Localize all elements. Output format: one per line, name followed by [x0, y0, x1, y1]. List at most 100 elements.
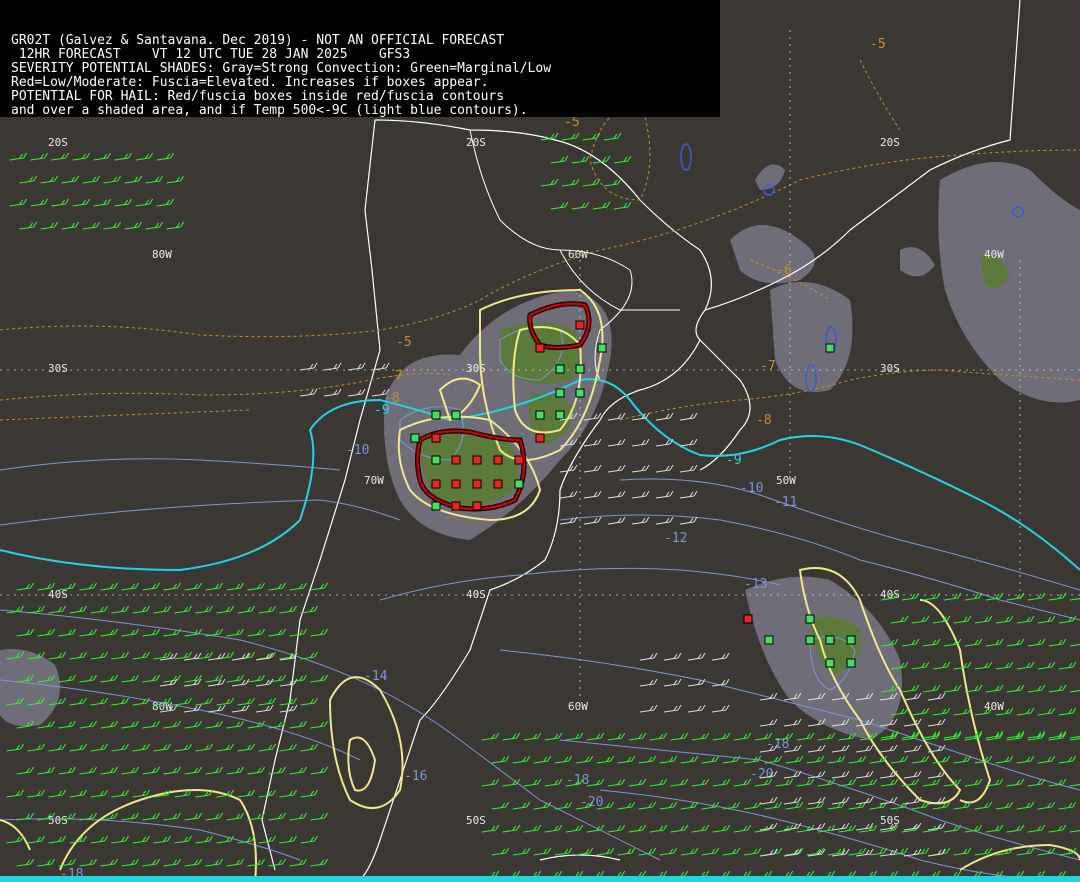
- wind-barb: [111, 743, 129, 752]
- wind-barb: [855, 796, 874, 805]
- contour-label: -9: [726, 453, 742, 468]
- wind-barb: [603, 178, 622, 187]
- wind-barb: [544, 824, 563, 833]
- header-line-hail: POTENTIAL FOR HAIL: Red/fuscia boxes ins…: [11, 89, 505, 104]
- wind-barb: [831, 770, 850, 779]
- wind-barb: [491, 755, 510, 764]
- wind-barb: [655, 516, 674, 525]
- grid-label-20s: 20S: [48, 136, 68, 149]
- wind-barb: [174, 743, 192, 752]
- grid-label-60w: 60W: [568, 700, 588, 713]
- header-line-severity: SEVERITY POTENTIAL SHADES: Gray=Strong C…: [11, 61, 552, 76]
- wind-barb: [607, 464, 626, 473]
- wind-barb: [607, 824, 626, 833]
- wind-barb: [289, 766, 307, 775]
- wind-barb: [502, 778, 521, 787]
- wind-barb: [310, 628, 328, 637]
- wind-barb: [603, 132, 622, 141]
- wind-barb: [596, 847, 615, 856]
- wind-barb: [583, 464, 602, 473]
- wind-barb: [72, 198, 91, 207]
- wind-barb: [848, 755, 867, 764]
- wind-barb: [79, 766, 97, 775]
- wind-barb: [974, 661, 993, 670]
- wind-barb: [121, 582, 139, 591]
- wind-barb: [985, 824, 1004, 833]
- wind-barb: [807, 770, 826, 779]
- wind-barb: [691, 824, 710, 833]
- wind-barb: [100, 628, 118, 637]
- wind-barb: [226, 628, 244, 637]
- wind-barb: [279, 835, 297, 844]
- wind-barb: [289, 582, 307, 591]
- wind-barb: [347, 362, 366, 371]
- wind-barb: [195, 605, 213, 614]
- wind-barb: [807, 822, 826, 831]
- contour-label: -11: [774, 495, 797, 510]
- wind-barb: [258, 743, 276, 752]
- wind-barb: [554, 755, 573, 764]
- wind-barb: [207, 704, 226, 713]
- wind-barb: [37, 766, 55, 775]
- wind-barb: [481, 732, 500, 741]
- wind-barb: [922, 592, 941, 601]
- wind-barb: [583, 490, 602, 499]
- wind-barb: [132, 605, 150, 614]
- wind-barb: [638, 755, 657, 764]
- wind-barb: [583, 438, 602, 447]
- wind-barb: [985, 684, 1004, 693]
- wind-barb: [69, 697, 87, 706]
- wind-barb: [903, 822, 922, 831]
- wind-barb: [953, 847, 972, 856]
- wind-barb: [943, 592, 962, 601]
- wind-barb: [1069, 689, 1080, 693]
- wind-barb: [903, 692, 922, 701]
- wind-barb: [226, 858, 244, 867]
- wind-barb: [174, 605, 192, 614]
- wind-barb: [103, 221, 122, 230]
- grid-label-30s: 30S: [466, 362, 486, 375]
- wind-barb: [121, 766, 139, 775]
- wind-barb: [639, 652, 658, 661]
- wind-barb: [90, 789, 108, 798]
- wind-barbs-green: [6, 132, 1080, 879]
- wind-barb: [783, 718, 802, 727]
- wind-barb: [195, 743, 213, 752]
- wind-barb: [807, 744, 826, 753]
- wind-barb: [37, 858, 55, 867]
- header-line-hail-2: and over a shaded area, and if Temp 500<…: [11, 103, 528, 118]
- wind-barb: [932, 661, 951, 670]
- wind-barb: [1048, 824, 1067, 833]
- wind-barb: [153, 743, 171, 752]
- wind-barb: [995, 661, 1014, 670]
- wind-barb: [121, 674, 139, 683]
- wind-barb: [279, 605, 297, 614]
- wind-barb: [985, 638, 1004, 647]
- wind-barb: [19, 221, 38, 230]
- wind-barb: [607, 490, 626, 499]
- wind-barb: [195, 697, 213, 706]
- wind-barb: [51, 198, 70, 207]
- wind-barb: [27, 835, 45, 844]
- wind-barb: [550, 201, 569, 210]
- grid-label-30s: 30S: [880, 362, 900, 375]
- grid-label-70w: 70W: [364, 474, 384, 487]
- wind-barb: [927, 718, 946, 727]
- wind-barb: [163, 766, 181, 775]
- wind-barb: [687, 704, 706, 713]
- wind-barb: [30, 152, 49, 161]
- wind-barb: [1069, 597, 1080, 601]
- wind-barb: [679, 516, 698, 525]
- wind-barb: [9, 198, 28, 207]
- wind-barb: [903, 718, 922, 727]
- wind-barb: [827, 755, 846, 764]
- wind-barb: [663, 678, 682, 687]
- wind-barb: [733, 778, 752, 787]
- wind-barb: [205, 582, 223, 591]
- wind-barb: [911, 755, 930, 764]
- wind-barb: [911, 707, 930, 716]
- wind-barb: [40, 175, 59, 184]
- wind-barb: [1027, 684, 1046, 693]
- wind-barb: [184, 812, 202, 821]
- wind-barb: [205, 766, 223, 775]
